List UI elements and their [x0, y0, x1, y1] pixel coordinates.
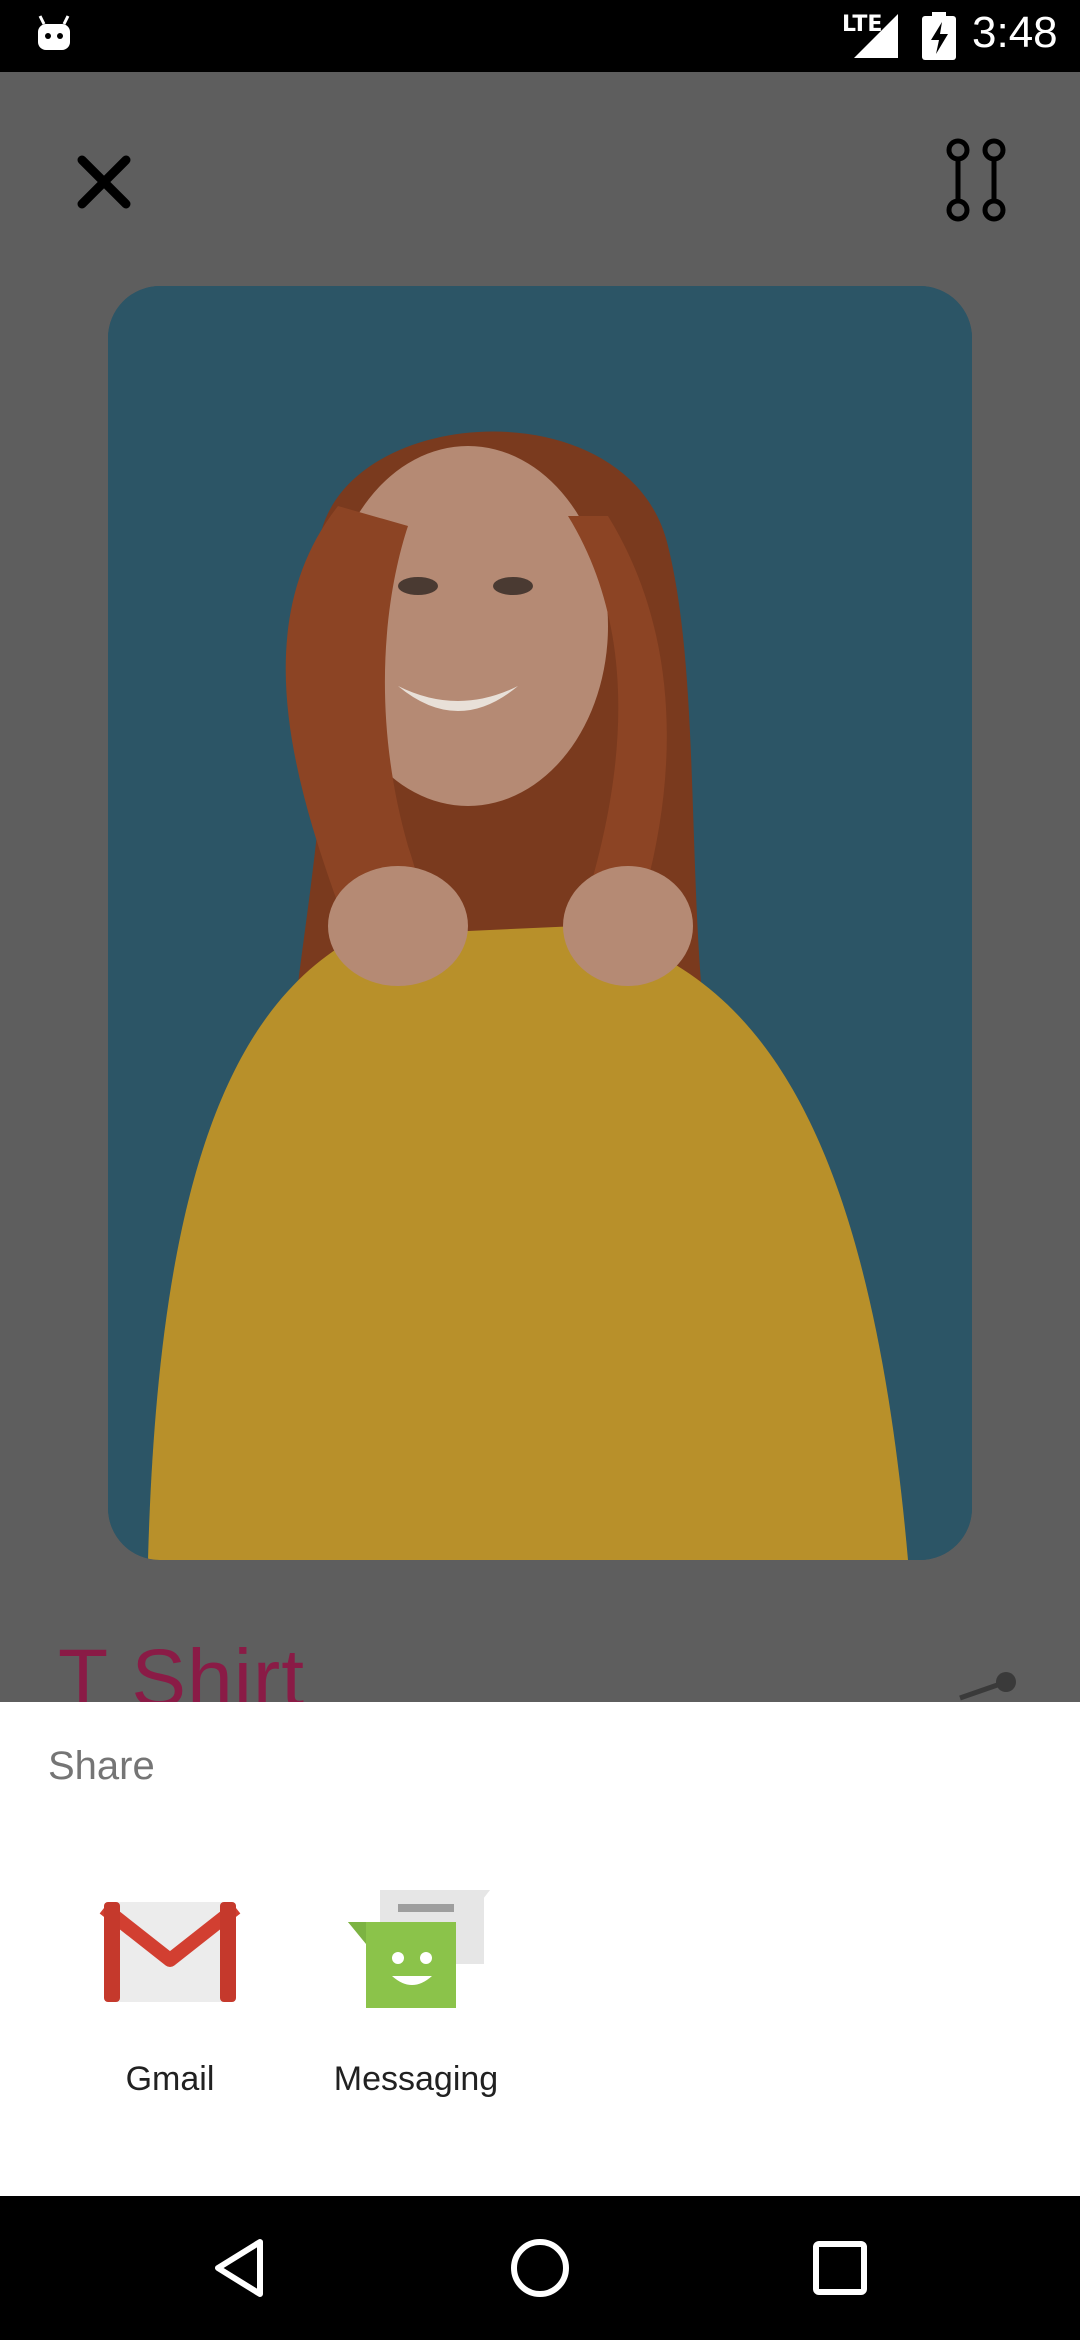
android-icon	[38, 15, 70, 50]
close-icon[interactable]	[74, 152, 134, 212]
share-target-messaging[interactable]: Messaging	[306, 1882, 526, 2142]
product-detail-screen: T Shirt	[0, 72, 1080, 1702]
navigation-bar	[0, 2196, 1080, 2340]
product-title: T Shirt	[58, 1633, 305, 1702]
clock: 3:48	[972, 8, 1058, 57]
share-sheet-title: Share	[48, 1744, 155, 1788]
battery-charging-icon	[922, 12, 956, 60]
home-icon[interactable]	[504, 2232, 576, 2304]
share-target-label: Messaging	[333, 2060, 499, 2098]
recents-icon[interactable]	[804, 2232, 876, 2304]
back-icon[interactable]	[204, 2232, 276, 2304]
status-bar: LTE 3:48	[0, 0, 1080, 72]
share-target-gmail[interactable]: Gmail	[60, 1882, 280, 2142]
messaging-icon	[348, 1890, 490, 2008]
compare-icon[interactable]	[944, 138, 1008, 222]
product-photo-illustration	[108, 286, 972, 1560]
network-type: LTE	[842, 12, 883, 37]
gmail-icon	[99, 1902, 241, 2002]
share-target-label: Gmail	[125, 2060, 215, 2098]
share-icon[interactable]	[940, 1668, 1020, 1702]
product-photo	[108, 286, 972, 1560]
share-sheet: Share Gmail Messaging	[0, 1702, 1080, 2196]
